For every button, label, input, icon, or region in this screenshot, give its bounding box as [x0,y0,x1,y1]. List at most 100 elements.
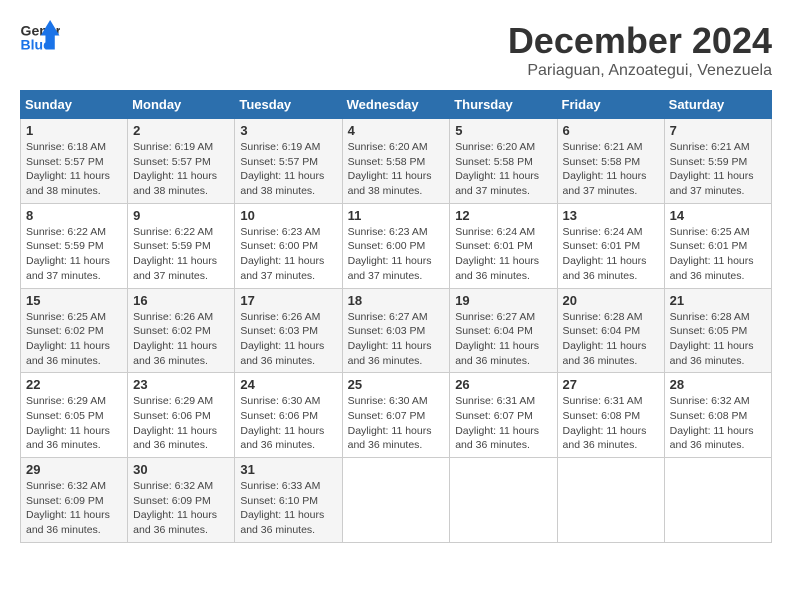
day-of-week-header: Thursday [450,91,557,119]
calendar-day-cell: 14 Sunrise: 6:25 AM Sunset: 6:01 PM Dayli… [664,203,771,288]
day-sun-info: Sunrise: 6:24 AM Sunset: 6:01 PM Dayligh… [563,225,659,284]
calendar-day-cell: 20 Sunrise: 6:28 AM Sunset: 6:04 PM Dayli… [557,288,664,373]
calendar-week-row: 29 Sunrise: 6:32 AM Sunset: 6:09 PM Dayli… [21,458,772,543]
calendar-day-cell: 27Sunrise: 6:31 AM Sunset: 6:08 PM Dayli… [557,373,664,458]
day-sun-info: Sunrise: 6:29 AM Sunset: 6:06 PM Dayligh… [133,394,229,453]
day-of-week-header: Sunday [21,91,128,119]
day-number: 29 [26,462,122,477]
day-number: 22 [26,377,122,392]
day-of-week-header: Wednesday [342,91,450,119]
day-sun-info: Sunrise: 6:32 AM Sunset: 6:09 PM Dayligh… [133,479,229,538]
day-number: 16 [133,293,229,308]
month-year-title: December 2024 [508,20,772,62]
day-sun-info: Sunrise: 6:26 AM Sunset: 6:03 PM Dayligh… [240,310,336,369]
calendar-day-cell: 15 Sunrise: 6:25 AM Sunset: 6:02 PM Dayli… [21,288,128,373]
page-header: General Blue December 2024 Pariaguan, An… [20,20,772,80]
day-sun-info: Sunrise: 6:26 AM Sunset: 6:02 PM Dayligh… [133,310,229,369]
day-sun-info: Sunrise: 6:30 AM Sunset: 6:06 PM Dayligh… [240,394,336,453]
calendar-week-row: 1 Sunrise: 6:18 AM Sunset: 5:57 PM Daylig… [21,119,772,204]
day-sun-info: Sunrise: 6:21 AM Sunset: 5:59 PM Dayligh… [670,140,766,199]
day-number: 7 [670,123,766,138]
general-blue-logo-icon: General Blue [20,20,60,55]
calendar-day-cell: 22Sunrise: 6:29 AM Sunset: 6:05 PM Dayli… [21,373,128,458]
calendar-day-cell [664,458,771,543]
day-number: 21 [670,293,766,308]
calendar-day-cell: 9Sunrise: 6:22 AM Sunset: 5:59 PM Daylig… [128,203,235,288]
calendar-day-cell: 13 Sunrise: 6:24 AM Sunset: 6:01 PM Dayli… [557,203,664,288]
day-sun-info: Sunrise: 6:33 AM Sunset: 6:10 PM Dayligh… [240,479,336,538]
calendar-day-cell: 31Sunrise: 6:33 AM Sunset: 6:10 PM Dayli… [235,458,342,543]
day-sun-info: Sunrise: 6:28 AM Sunset: 6:04 PM Dayligh… [563,310,659,369]
day-number: 10 [240,208,336,223]
day-number: 17 [240,293,336,308]
day-sun-info: Sunrise: 6:31 AM Sunset: 6:08 PM Dayligh… [563,394,659,453]
calendar-day-cell: 30 Sunrise: 6:32 AM Sunset: 6:09 PM Dayli… [128,458,235,543]
day-number: 28 [670,377,766,392]
day-number: 23 [133,377,229,392]
calendar-day-cell: 12 Sunrise: 6:24 AM Sunset: 6:01 PM Dayli… [450,203,557,288]
logo: General Blue [20,20,64,55]
calendar-day-cell: 28 Sunrise: 6:32 AM Sunset: 6:08 PM Dayli… [664,373,771,458]
calendar-week-row: 8Sunrise: 6:22 AM Sunset: 5:59 PM Daylig… [21,203,772,288]
day-number: 2 [133,123,229,138]
day-sun-info: Sunrise: 6:31 AM Sunset: 6:07 PM Dayligh… [455,394,551,453]
calendar-day-cell: 11Sunrise: 6:23 AM Sunset: 6:00 PM Dayli… [342,203,450,288]
day-sun-info: Sunrise: 6:30 AM Sunset: 6:07 PM Dayligh… [348,394,445,453]
day-number: 5 [455,123,551,138]
calendar-week-row: 15 Sunrise: 6:25 AM Sunset: 6:02 PM Dayli… [21,288,772,373]
calendar-table: SundayMondayTuesdayWednesdayThursdayFrid… [20,90,772,543]
calendar-day-cell [450,458,557,543]
calendar-day-cell: 17 Sunrise: 6:26 AM Sunset: 6:03 PM Dayli… [235,288,342,373]
calendar-day-cell: 29 Sunrise: 6:32 AM Sunset: 6:09 PM Dayli… [21,458,128,543]
day-number: 25 [348,377,445,392]
day-number: 20 [563,293,659,308]
calendar-day-cell: 3Sunrise: 6:19 AM Sunset: 5:57 PM Daylig… [235,119,342,204]
day-sun-info: Sunrise: 6:25 AM Sunset: 6:02 PM Dayligh… [26,310,122,369]
day-sun-info: Sunrise: 6:32 AM Sunset: 6:08 PM Dayligh… [670,394,766,453]
day-number: 12 [455,208,551,223]
calendar-day-cell: 5 Sunrise: 6:20 AM Sunset: 5:58 PM Daylig… [450,119,557,204]
day-number: 26 [455,377,551,392]
calendar-day-cell: 25 Sunrise: 6:30 AM Sunset: 6:07 PM Dayli… [342,373,450,458]
calendar-day-cell: 18 Sunrise: 6:27 AM Sunset: 6:03 PM Dayli… [342,288,450,373]
day-sun-info: Sunrise: 6:27 AM Sunset: 6:04 PM Dayligh… [455,310,551,369]
day-number: 4 [348,123,445,138]
title-area: December 2024 Pariaguan, Anzoategui, Ven… [508,20,772,80]
day-number: 19 [455,293,551,308]
day-number: 18 [348,293,445,308]
day-number: 1 [26,123,122,138]
calendar-day-cell [557,458,664,543]
calendar-day-cell: 7 Sunrise: 6:21 AM Sunset: 5:59 PM Daylig… [664,119,771,204]
day-number: 14 [670,208,766,223]
day-sun-info: Sunrise: 6:21 AM Sunset: 5:58 PM Dayligh… [563,140,659,199]
day-sun-info: Sunrise: 6:20 AM Sunset: 5:58 PM Dayligh… [348,140,445,199]
day-sun-info: Sunrise: 6:24 AM Sunset: 6:01 PM Dayligh… [455,225,551,284]
calendar-week-row: 22Sunrise: 6:29 AM Sunset: 6:05 PM Dayli… [21,373,772,458]
calendar-day-cell [342,458,450,543]
day-number: 15 [26,293,122,308]
calendar-day-cell: 10 Sunrise: 6:23 AM Sunset: 6:00 PM Dayli… [235,203,342,288]
calendar-day-cell: 8Sunrise: 6:22 AM Sunset: 5:59 PM Daylig… [21,203,128,288]
day-number: 6 [563,123,659,138]
day-of-week-header: Friday [557,91,664,119]
day-sun-info: Sunrise: 6:23 AM Sunset: 6:00 PM Dayligh… [240,225,336,284]
calendar-day-cell: 19 Sunrise: 6:27 AM Sunset: 6:04 PM Dayli… [450,288,557,373]
calendar-day-cell: 1 Sunrise: 6:18 AM Sunset: 5:57 PM Daylig… [21,119,128,204]
day-sun-info: Sunrise: 6:19 AM Sunset: 5:57 PM Dayligh… [133,140,229,199]
day-number: 30 [133,462,229,477]
day-sun-info: Sunrise: 6:27 AM Sunset: 6:03 PM Dayligh… [348,310,445,369]
day-sun-info: Sunrise: 6:25 AM Sunset: 6:01 PM Dayligh… [670,225,766,284]
calendar-day-cell: 23 Sunrise: 6:29 AM Sunset: 6:06 PM Dayli… [128,373,235,458]
day-of-week-header: Monday [128,91,235,119]
day-sun-info: Sunrise: 6:23 AM Sunset: 6:00 PM Dayligh… [348,225,445,284]
day-sun-info: Sunrise: 6:18 AM Sunset: 5:57 PM Dayligh… [26,140,122,199]
day-sun-info: Sunrise: 6:28 AM Sunset: 6:05 PM Dayligh… [670,310,766,369]
day-sun-info: Sunrise: 6:20 AM Sunset: 5:58 PM Dayligh… [455,140,551,199]
day-number: 13 [563,208,659,223]
day-sun-info: Sunrise: 6:32 AM Sunset: 6:09 PM Dayligh… [26,479,122,538]
calendar-day-cell: 2 Sunrise: 6:19 AM Sunset: 5:57 PM Daylig… [128,119,235,204]
calendar-day-cell: 21 Sunrise: 6:28 AM Sunset: 6:05 PM Dayli… [664,288,771,373]
day-number: 3 [240,123,336,138]
day-number: 9 [133,208,229,223]
day-sun-info: Sunrise: 6:22 AM Sunset: 5:59 PM Dayligh… [26,225,122,284]
